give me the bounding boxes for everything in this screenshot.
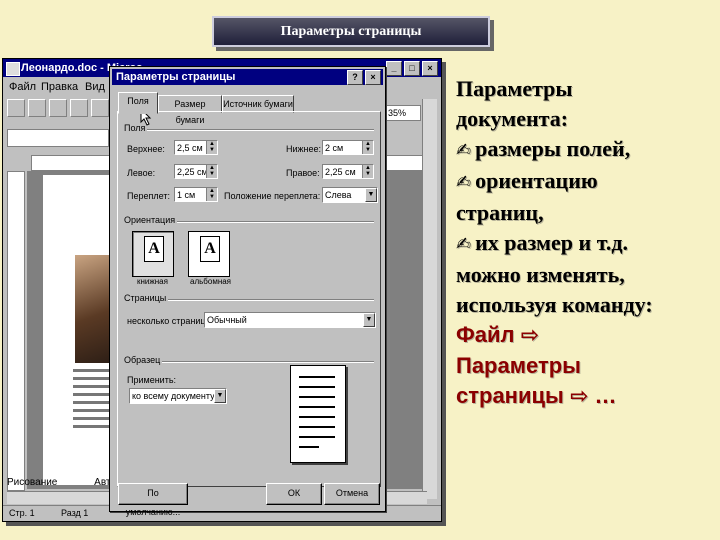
left-margin-input[interactable]: 2,25 см ▲ ▼ bbox=[174, 164, 218, 179]
landscape-label[interactable]: альбомная bbox=[190, 277, 231, 286]
apply-select[interactable]: ко всему документу ▼ bbox=[129, 388, 227, 404]
multiple-pages-select[interactable]: Обычный ▼ bbox=[204, 312, 376, 328]
zoom-combo[interactable]: 35% bbox=[385, 105, 421, 121]
landscape-page-icon: A bbox=[200, 236, 220, 262]
menu-file[interactable]: Файл bbox=[9, 81, 36, 93]
chevron-down-icon[interactable]: ▼ bbox=[214, 389, 226, 403]
text-line-1: Параметры bbox=[456, 76, 573, 101]
bullet-icon: ✍ bbox=[456, 234, 472, 255]
pages-group-label: Страницы bbox=[122, 293, 169, 303]
spin-arrows-icon[interactable]: ▲ ▼ bbox=[362, 165, 373, 178]
bottom-margin-input[interactable]: 2 см ▲ ▼ bbox=[322, 140, 374, 155]
command-ellipsis: … bbox=[594, 383, 617, 408]
dialog-title: Параметры страницы bbox=[116, 71, 236, 83]
text-line-3: размеры полей, bbox=[475, 136, 631, 161]
menu-edit[interactable]: Правка bbox=[41, 81, 78, 93]
slide-title: Параметры страницы bbox=[212, 16, 490, 47]
command-page-setup-1: Параметры bbox=[456, 353, 581, 378]
dialog-close-button[interactable]: × bbox=[365, 70, 381, 85]
landscape-option[interactable]: A bbox=[188, 231, 230, 277]
right-margin-input[interactable]: 2,25 см ▲ ▼ bbox=[322, 164, 374, 179]
vertical-ruler[interactable] bbox=[7, 171, 25, 491]
arrow-right-icon: ⇨ bbox=[520, 323, 540, 348]
menu-view[interactable]: Вид bbox=[85, 81, 105, 93]
help-button[interactable]: ? bbox=[347, 70, 363, 85]
command-file: Файл bbox=[456, 322, 515, 347]
bottom-margin-label: Нижнее: bbox=[286, 144, 322, 154]
open-icon[interactable] bbox=[28, 99, 46, 117]
portrait-option[interactable]: A bbox=[132, 231, 174, 277]
sample-group-label: Образец bbox=[122, 355, 163, 365]
save-icon[interactable] bbox=[49, 99, 67, 117]
print-icon[interactable] bbox=[70, 99, 88, 117]
cancel-button[interactable]: Отмена bbox=[324, 483, 380, 505]
document-page[interactable] bbox=[43, 175, 119, 485]
preview-icon[interactable] bbox=[91, 99, 109, 117]
left-margin-label: Левое: bbox=[127, 168, 156, 178]
bullet-icon: ✍ bbox=[456, 140, 472, 161]
right-margin-label: Правое: bbox=[286, 168, 320, 178]
multiple-pages-label: несколько страниц: bbox=[127, 316, 209, 326]
style-combo[interactable] bbox=[7, 129, 109, 147]
gutter-input[interactable]: 1 см ▲ ▼ bbox=[174, 187, 218, 202]
sample-preview bbox=[290, 365, 346, 463]
default-button[interactable]: По умолчанию... bbox=[118, 483, 188, 517]
gutter-position-select[interactable]: Слева ▼ bbox=[322, 187, 378, 203]
ok-button[interactable]: ОК bbox=[266, 483, 322, 505]
apply-label: Применить: bbox=[127, 375, 177, 385]
dialog-title-bar[interactable]: Параметры страницы ? × bbox=[112, 69, 383, 85]
text-line-4: ориентацию bbox=[475, 168, 598, 193]
text-line-8: используя команду: bbox=[456, 292, 653, 317]
orientation-group-label: Ориентация bbox=[122, 215, 178, 225]
status-section: Разд 1 bbox=[61, 508, 89, 518]
text-line-5: страниц, bbox=[456, 200, 544, 225]
spin-arrows-icon[interactable]: ▲ ▼ bbox=[362, 141, 373, 154]
status-page: Стр. 1 bbox=[9, 508, 35, 518]
bullet-icon: ✍ bbox=[456, 172, 472, 193]
chevron-down-icon[interactable]: ▼ bbox=[363, 313, 375, 327]
spin-arrows-icon[interactable]: ▲ ▼ bbox=[206, 141, 217, 154]
standard-toolbar bbox=[7, 99, 109, 117]
command-page-setup-2: страницы bbox=[456, 383, 564, 408]
chevron-down-icon[interactable]: ▼ bbox=[365, 188, 377, 202]
tab-margins[interactable]: Поля bbox=[118, 92, 158, 114]
new-icon[interactable] bbox=[7, 99, 25, 117]
maximize-button[interactable]: □ bbox=[404, 61, 420, 76]
text-line-6: их размер и т.д. bbox=[475, 230, 628, 255]
gutter-label: Переплет: bbox=[127, 191, 170, 201]
explanation-text: Параметры документа: ✍ размеры полей, ✍ ор… bbox=[456, 74, 718, 412]
spin-arrows-icon[interactable]: ▲ ▼ bbox=[206, 165, 217, 178]
spin-arrows-icon[interactable]: ▲ ▼ bbox=[206, 188, 217, 201]
arrow-right-icon: ⇨ bbox=[569, 384, 589, 409]
top-margin-input[interactable]: 2,5 см ▲ ▼ bbox=[174, 140, 218, 155]
word-app-icon bbox=[6, 62, 20, 76]
draw-menu[interactable]: Рисование bbox=[7, 477, 57, 488]
gutter-position-label: Положение переплета: bbox=[224, 191, 321, 201]
minimize-button[interactable]: _ bbox=[386, 61, 402, 76]
portrait-page-icon: A bbox=[144, 236, 164, 262]
close-button[interactable]: × bbox=[422, 61, 438, 76]
text-line-7: можно изменять, bbox=[456, 262, 625, 287]
top-margin-label: Верхнее: bbox=[127, 144, 165, 154]
vertical-scrollbar[interactable] bbox=[422, 99, 437, 499]
portrait-label[interactable]: книжная bbox=[137, 277, 168, 286]
text-line-2: документа: bbox=[456, 106, 569, 131]
